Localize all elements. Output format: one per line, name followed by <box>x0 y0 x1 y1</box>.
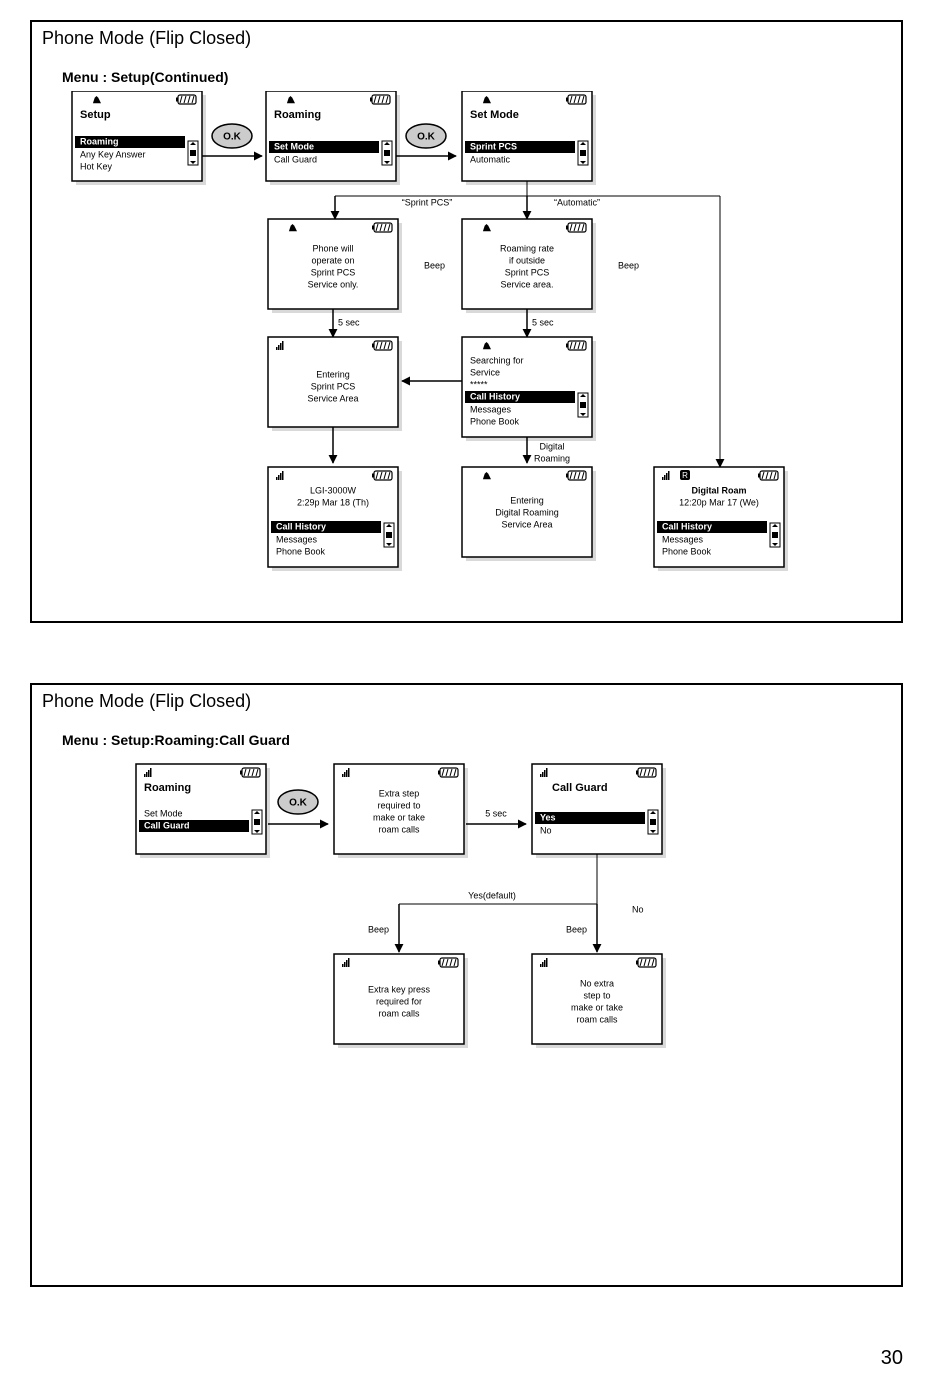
svg-text:Roaming: Roaming <box>534 453 570 463</box>
page-number: 30 <box>30 1347 903 1370</box>
screen-searching: Searching for Service ***** Call History… <box>462 337 596 441</box>
panel1-title: Phone Mode (Flip Closed) <box>32 22 901 49</box>
screen-call-guard: Call Guard Yes No <box>532 764 666 858</box>
svg-text:Phone Book: Phone Book <box>662 546 712 556</box>
svg-text:O.K: O.K <box>289 798 308 809</box>
svg-text:Sprint PCS: Sprint PCS <box>311 267 356 277</box>
svg-text:Service: Service <box>470 367 500 377</box>
svg-text:if outside: if outside <box>509 255 545 265</box>
svg-text:*****: ***** <box>470 379 488 389</box>
svg-text:Call History: Call History <box>276 521 326 531</box>
svg-text:Yes(default): Yes(default) <box>468 890 516 900</box>
svg-text:required to: required to <box>377 800 420 810</box>
svg-text:5 sec: 5 sec <box>338 317 360 327</box>
screen-entering-spcs: Entering Sprint PCS Service Area <box>268 337 402 431</box>
svg-text:12:20p Mar 17 (We): 12:20p Mar 17 (We) <box>679 497 759 507</box>
svg-text:Roaming: Roaming <box>144 782 191 794</box>
svg-text:required for: required for <box>376 996 422 1006</box>
svg-text:Beep: Beep <box>566 924 587 934</box>
svg-text:Roaming: Roaming <box>80 136 119 146</box>
diagram-2: Roaming Set Mode Call Guard O.K Extra st… <box>32 754 902 1234</box>
svg-text:Sprint PCS: Sprint PCS <box>311 381 356 391</box>
svg-text:Set Mode: Set Mode <box>470 109 519 121</box>
svg-text:No: No <box>540 825 552 835</box>
svg-text:Beep: Beep <box>424 260 445 270</box>
svg-text:Sprint PCS: Sprint PCS <box>470 141 517 151</box>
screen-roaming: Roaming Set Mode Call Guard <box>266 91 400 185</box>
svg-text:Set Mode: Set Mode <box>274 141 314 151</box>
screen-setmode: Set Mode Sprint PCS Automatic <box>462 91 596 185</box>
svg-text:roam calls: roam calls <box>378 1008 420 1018</box>
svg-text:Phone Book: Phone Book <box>470 416 520 426</box>
svg-text:Phone will: Phone will <box>312 243 353 253</box>
svg-text:Any Key Answer: Any Key Answer <box>80 149 146 159</box>
svg-text:Digital Roaming: Digital Roaming <box>495 507 559 517</box>
panel2-title: Phone Mode (Flip Closed) <box>32 685 901 712</box>
svg-text:Service only.: Service only. <box>308 279 359 289</box>
svg-text:Roaming: Roaming <box>274 109 321 121</box>
screen-roaming2: Roaming Set Mode Call Guard <box>136 764 270 858</box>
svg-text:Digital: Digital <box>539 441 564 451</box>
svg-text:No: No <box>632 904 644 914</box>
panel2-subtitle: Menu : Setup:Roaming:Call Guard <box>32 712 901 754</box>
screen-roaming-rate: Roaming rate if outside Sprint PCS Servi… <box>462 219 596 313</box>
svg-text:Service Area: Service Area <box>307 393 358 403</box>
svg-text:Messages: Messages <box>276 534 318 544</box>
panel-setup-continued: Phone Mode (Flip Closed) Menu : Setup(Co… <box>30 20 903 623</box>
svg-text:Phone Book: Phone Book <box>276 546 326 556</box>
svg-text:“Sprint PCS”: “Sprint PCS” <box>402 197 453 207</box>
screen-sprint-only: Phone will operate on Sprint PCS Service… <box>268 219 402 313</box>
screen-lgi: LGI-3000W 2:29p Mar 18 (Th) Call History… <box>268 467 402 571</box>
svg-text:O.K: O.K <box>223 132 242 143</box>
diagram-1: Setup Roaming Any Key Answer Hot Key O.K… <box>32 91 902 621</box>
svg-text:Extra step: Extra step <box>379 788 420 798</box>
svg-text:R: R <box>682 471 688 480</box>
svg-text:step to: step to <box>583 990 610 1000</box>
svg-text:5 sec: 5 sec <box>532 317 554 327</box>
svg-text:Call Guard: Call Guard <box>274 154 317 164</box>
svg-text:Digital Roam: Digital Roam <box>691 485 746 495</box>
svg-text:2:29p Mar 18 (Th): 2:29p Mar 18 (Th) <box>297 497 369 507</box>
svg-text:LGI-3000W: LGI-3000W <box>310 485 357 495</box>
svg-text:Service area.: Service area. <box>500 279 553 289</box>
svg-text:No extra: No extra <box>580 978 614 988</box>
svg-text:operate on: operate on <box>311 255 354 265</box>
svg-text:O.K: O.K <box>417 132 436 143</box>
svg-text:5 sec: 5 sec <box>485 808 507 818</box>
svg-text:Messages: Messages <box>470 404 512 414</box>
svg-text:Beep: Beep <box>618 260 639 270</box>
svg-text:Yes: Yes <box>540 812 556 822</box>
svg-text:roam calls: roam calls <box>576 1014 618 1024</box>
screen-extra-step: Extra step required to make or take roam… <box>334 764 468 858</box>
svg-text:Service Area: Service Area <box>501 519 552 529</box>
svg-text:make or take: make or take <box>373 812 425 822</box>
svg-text:Setup: Setup <box>80 109 111 121</box>
svg-text:Sprint PCS: Sprint PCS <box>505 267 550 277</box>
svg-text:roam calls: roam calls <box>378 824 420 834</box>
svg-text:Automatic: Automatic <box>470 154 511 164</box>
screen-extra-key: Extra key press required for roam calls <box>334 954 468 1048</box>
svg-text:Call Guard: Call Guard <box>144 820 190 830</box>
svg-text:Hot Key: Hot Key <box>80 161 113 171</box>
panel-call-guard: Phone Mode (Flip Closed) Menu : Setup:Ro… <box>30 683 903 1287</box>
svg-text:Searching for: Searching for <box>470 355 524 365</box>
svg-text:Call History: Call History <box>470 391 520 401</box>
svg-text:Beep: Beep <box>368 924 389 934</box>
svg-text:Entering: Entering <box>316 369 350 379</box>
svg-text:Call History: Call History <box>662 521 712 531</box>
svg-text:Set Mode: Set Mode <box>144 808 183 818</box>
svg-text:Entering: Entering <box>510 495 544 505</box>
screen-setup: Setup Roaming Any Key Answer Hot Key <box>72 91 206 185</box>
svg-text:Call Guard: Call Guard <box>552 782 608 794</box>
svg-text:Extra key press: Extra key press <box>368 984 431 994</box>
svg-text:make or take: make or take <box>571 1002 623 1012</box>
screen-no-extra: No extra step to make or take roam calls <box>532 954 666 1048</box>
svg-text:“Automatic”: “Automatic” <box>554 197 600 207</box>
screen-digital-roam: R Digital Roam 12:20p Mar 17 (We) Call H… <box>654 467 788 571</box>
screen-entering-digital: Entering Digital Roaming Service Area <box>462 467 596 561</box>
svg-text:Roaming rate: Roaming rate <box>500 243 554 253</box>
svg-text:Messages: Messages <box>662 534 704 544</box>
panel1-subtitle: Menu : Setup(Continued) <box>32 49 901 91</box>
